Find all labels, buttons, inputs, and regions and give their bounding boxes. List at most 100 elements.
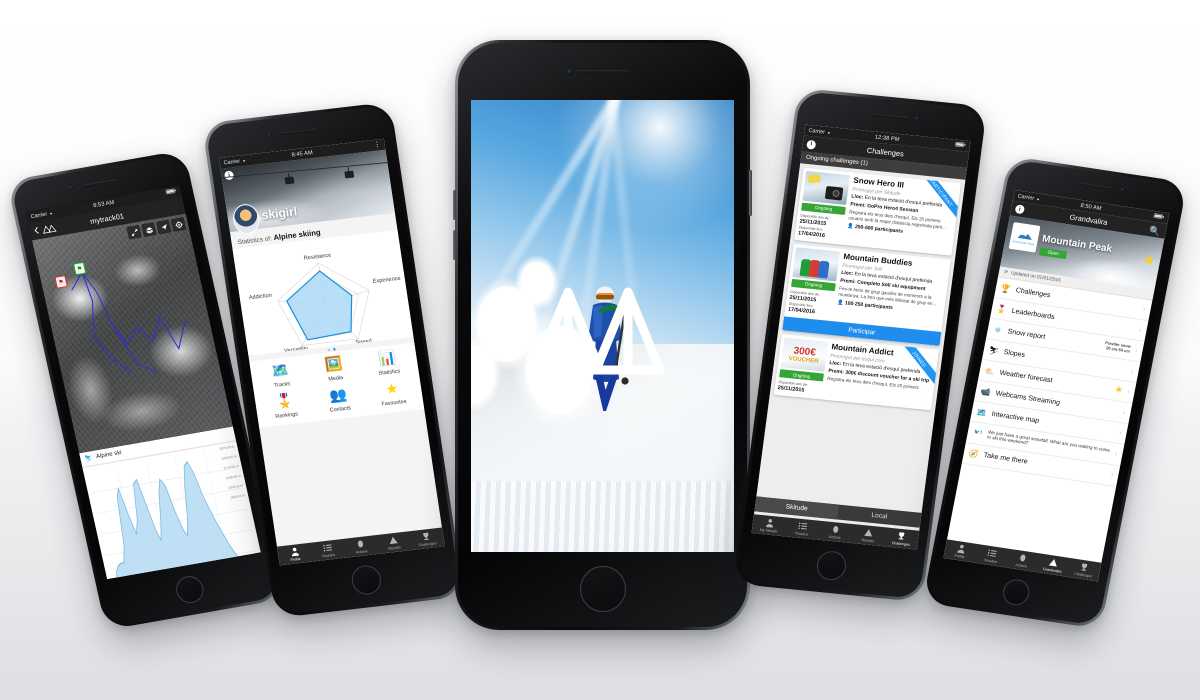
date-from-value: 25/11/2015	[19, 494, 47, 504]
person-icon	[289, 546, 300, 557]
locate-icon[interactable]	[170, 216, 187, 232]
grid-label: Contacts	[329, 404, 352, 414]
page-dot	[0, 535, 3, 539]
tab-challenges: Challenges	[13, 321, 34, 342]
elevation-header: ⛷ Alpine ski	[0, 563, 36, 590]
prize-label: Premi:	[839, 277, 857, 286]
grid-item-contacts[interactable]: 👥 Contacts	[310, 383, 368, 415]
updated-text: Updated on 01/01/2016	[27, 535, 78, 549]
overflow-menu-icon: ⋮	[60, 591, 69, 599]
navigate-icon[interactable]	[155, 219, 172, 235]
layers-icon[interactable]	[141, 222, 157, 238]
grid-item-contacts: 👥 Contacts	[0, 330, 9, 358]
podium-icon: 🎖️	[27, 496, 39, 507]
person-icon	[764, 517, 775, 528]
section-header: Ongoing challenges (1)	[3, 554, 104, 577]
info-icon[interactable]: i	[1014, 204, 1026, 215]
power-button[interactable]	[749, 170, 752, 216]
page-title: Challenges	[32, 572, 71, 586]
status-badge: Ongoing	[17, 508, 62, 521]
page-indicator	[0, 533, 25, 542]
navigate-icon	[1, 582, 18, 585]
tab-profile[interactable]: Profile	[277, 543, 313, 566]
nav-bar: i Challenges	[1, 566, 102, 592]
challenge-card[interactable]: Ongoing Disponible des de: 25/11/2015 Di…	[794, 167, 961, 256]
info-icon: i	[5, 570, 17, 580]
star-icon[interactable]: ★	[1142, 252, 1156, 269]
battery-icon	[60, 618, 72, 627]
snow-report-value: Powder snow 20 cm-50 cm	[1104, 340, 1132, 354]
nav-back[interactable]	[33, 223, 58, 236]
volume-down-button[interactable]	[453, 230, 456, 260]
start-flag-pin[interactable]: ⚑	[72, 261, 87, 276]
home-button[interactable]	[579, 566, 626, 612]
skier-powder-photo	[471, 100, 734, 552]
tab-resorts[interactable]: Resorts	[376, 531, 412, 554]
date-to-value: 17/04/2016	[787, 306, 816, 316]
tab-label: Resorts	[388, 545, 402, 551]
earpiece-speaker	[576, 70, 629, 75]
gopro-camera-photo	[12, 518, 61, 553]
tab-label: Grandvalira	[1042, 567, 1062, 574]
expand-icon[interactable]	[126, 224, 142, 240]
challenge-list: Ongoing Disponible des de: 25/11/2015 Di…	[769, 163, 965, 415]
tab-challenges[interactable]: Challenges	[884, 527, 920, 549]
refresh-icon: ⟳	[20, 534, 26, 541]
page-title: mytrack01	[0, 587, 35, 603]
home-button	[0, 619, 22, 652]
chevron-right-icon: ›	[1114, 450, 1119, 458]
grid-item-favourites[interactable]: ★ Favourites	[364, 377, 422, 409]
info-icon[interactable]: i	[806, 139, 817, 150]
earpiece-speaker	[0, 570, 21, 577]
grid-item-tracks[interactable]: 🗺️ Tracks	[252, 359, 310, 391]
item-label: Snow report	[44, 471, 66, 488]
tab-label: Challenges	[418, 541, 437, 548]
front-camera	[60, 579, 66, 584]
grid-label: Rankings	[275, 411, 299, 420]
grid-label: Statistics	[378, 367, 401, 377]
tab-actions[interactable]: Actions	[818, 521, 854, 543]
skier-icon: ⛷	[36, 447, 49, 458]
refresh-icon[interactable]: ⟳	[1004, 270, 1009, 276]
phone1-screen: Carrier 8:53 AM mytrack01	[0, 533, 42, 618]
carrier-label: Carrier	[4, 610, 22, 619]
grid-item-media[interactable]: 🖼️ Media	[306, 353, 364, 385]
tab-resorts: Resorts	[0, 323, 16, 343]
tab-my-skitude[interactable]: My Skitude	[752, 514, 788, 536]
photos-icon: 🖼️	[323, 355, 344, 373]
chevron-right-icon: ›	[1134, 347, 1139, 355]
tab-resorts[interactable]: Resorts	[851, 524, 887, 546]
weather-value: ☀	[1114, 385, 1124, 396]
tab-timeline[interactable]: Timeline	[310, 539, 346, 562]
prize-label: Premi:	[827, 368, 845, 376]
contacts-icon: 👥	[328, 385, 349, 404]
volume-up-button[interactable]	[453, 190, 456, 220]
trophy-icon	[896, 531, 907, 542]
chevron-right-icon: ›	[1110, 471, 1114, 479]
tab-actions[interactable]: Actions	[343, 535, 379, 558]
challenge-dates: Disponible des de: 25/11/2015 Disponible…	[798, 213, 845, 241]
item-label: Challenges	[38, 520, 75, 533]
challenge-card[interactable]: Ongoing Disponible des de: 25/11/2015 Di…	[782, 244, 951, 347]
tab-challenges[interactable]: Challenges	[409, 527, 445, 550]
grid-item-rankings[interactable]: 🎖️ Rankings	[256, 389, 314, 421]
tab-timeline[interactable]: Timeline	[785, 518, 821, 540]
volume-up-button	[0, 448, 1, 478]
podium-icon: 🎖️	[274, 392, 295, 410]
tab-label: Resorts	[120, 152, 134, 158]
tab-label: Challenges	[1073, 571, 1093, 579]
status-badge: Ongoing	[791, 279, 836, 292]
grid-label: Media	[0, 361, 7, 369]
prize-label: Premi:	[849, 201, 867, 209]
page-dot[interactable]	[332, 347, 336, 351]
grid-item-media: 🖼️ Media	[0, 361, 13, 389]
end-flag-pin[interactable]: ⚑	[54, 275, 68, 289]
grid-item-statistics[interactable]: 📊 Statistics	[359, 346, 417, 378]
date-to-value: 17/04/2016	[797, 230, 826, 239]
page-dot[interactable]	[327, 348, 331, 352]
tab-label: My Skitude	[59, 145, 78, 152]
search-icon[interactable]: 🔍	[1148, 226, 1161, 238]
challenge-card[interactable]: 300€ VOUCHER Ongoing Disponible des de: …	[773, 334, 940, 411]
sun-cloud-icon: ⛅	[984, 365, 996, 377]
chevron-right-icon: ›	[1142, 305, 1147, 314]
